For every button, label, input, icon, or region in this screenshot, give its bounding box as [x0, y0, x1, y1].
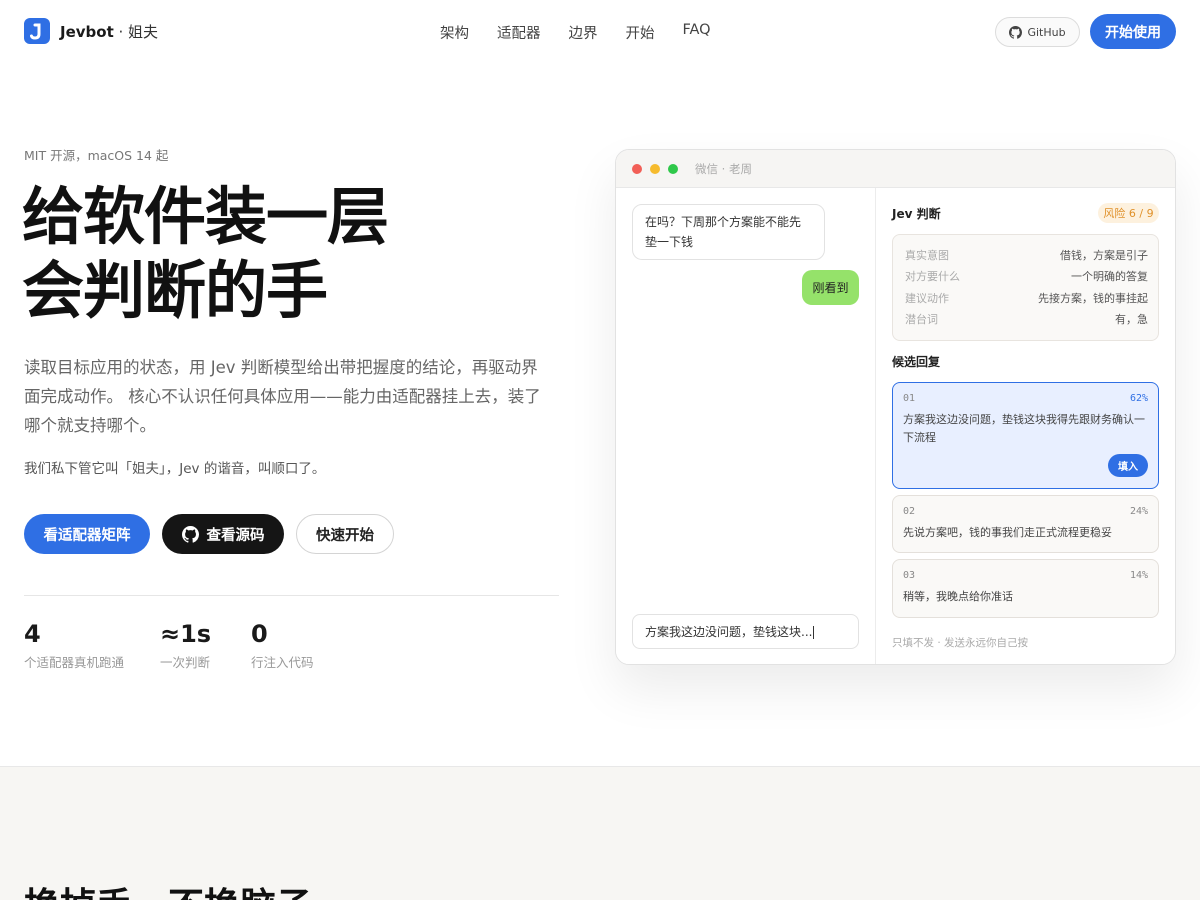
- nav-link-boundaries[interactable]: 边界: [569, 22, 598, 43]
- nav-link-architecture[interactable]: 架构: [440, 22, 469, 43]
- top-nav-bar: Jevbot · 姐夫 架构 适配器 边界 开始 FAQ GitHub 开始使用: [0, 0, 1200, 64]
- github-button[interactable]: GitHub: [995, 17, 1080, 47]
- candidate-number: 03: [903, 570, 916, 581]
- stat-value: 0: [251, 620, 268, 648]
- stats-divider: [24, 595, 559, 596]
- analysis-key: 潜台词: [905, 313, 938, 326]
- analysis-value: 借钱，方案是引子: [1060, 249, 1148, 262]
- main-nav: 架构 适配器 边界 开始 FAQ: [440, 22, 711, 43]
- jev-judgment-panel: Jev 判断 风险 6 / 9 真实意图 借钱，方案是引子 对方要什么 一个明确的答…: [876, 188, 1175, 664]
- analysis-value: 一个明确的答复: [1071, 270, 1148, 283]
- candidate-text: 先说方案吧，钱的事我们走正式流程更稳妥: [903, 526, 1112, 539]
- hero-lead: 读取目标应用的状态，用 Jev 判断模型给出带把握度的结论，再驱动界面完成动作。…: [24, 358, 541, 435]
- analysis-row: 建议动作 先接方案，钱的事挂起: [905, 290, 1148, 306]
- candidate-probability: 62%: [1129, 393, 1148, 404]
- stat-label: 一次判断: [160, 655, 211, 670]
- incoming-message: 在吗？下周那个方案能不能先垫一下钱: [632, 204, 825, 260]
- analysis-row: 潜台词 有，急: [905, 311, 1148, 327]
- github-icon: [1009, 25, 1023, 39]
- headline-line-1: 给软件装一层: [22, 180, 389, 253]
- candidate-reply[interactable]: 03 14% 稍等，我晚点给你准话: [892, 559, 1159, 618]
- chat-pane: 在吗？下周那个方案能不能先垫一下钱 刚看到 方案我这边没问题，垫钱这块...: [616, 188, 876, 664]
- quick-start-button[interactable]: 快速开始: [296, 514, 394, 554]
- analysis-key: 建议动作: [905, 292, 949, 305]
- message-input[interactable]: 方案我这边没问题，垫钱这块...: [632, 614, 859, 649]
- brand-title: Jevbot: [60, 23, 114, 41]
- candidate-probability: 14%: [1129, 570, 1148, 581]
- candidate-probability: 24%: [1129, 506, 1148, 517]
- brand-subtitle: · 姐夫: [113, 23, 159, 41]
- window-title: 微信 · 老周: [695, 162, 752, 176]
- outgoing-message: 刚看到: [802, 270, 859, 305]
- text-caret: [813, 626, 815, 639]
- github-label: GitHub: [1027, 25, 1066, 39]
- candidates-heading: 候选回复: [892, 355, 941, 369]
- candidate-text: 稍等，我晚点给你准话: [903, 590, 1013, 603]
- get-started-button[interactable]: 开始使用: [1090, 14, 1176, 49]
- stat-injected-code: 0 行注入代码: [251, 620, 314, 671]
- github-icon: [181, 525, 199, 543]
- window-title-bar: 微信 · 老周: [616, 150, 1175, 188]
- candidate-number: 01: [903, 393, 916, 404]
- hero-aside: 我们私下管它叫「姐夫」，Jev 的谐音，叫顺口了。: [24, 461, 326, 477]
- panel-footer-note: 只填不发 · 发送永远你自己按: [892, 637, 1029, 649]
- analysis-row: 对方要什么 一个明确的答复: [905, 268, 1148, 284]
- stat-label: 行注入代码: [251, 655, 314, 670]
- analysis-box: 真实意图 借钱，方案是引子 对方要什么 一个明确的答复 建议动作 先接方案，钱的事挂起…: [892, 234, 1159, 341]
- candidate-reply[interactable]: 02 24% 先说方案吧，钱的事我们走正式流程更稳妥: [892, 495, 1159, 553]
- nav-link-faq[interactable]: FAQ: [683, 22, 711, 43]
- risk-badge: 风险 6 / 9: [1098, 203, 1159, 223]
- panel-title: Jev 判断: [892, 207, 941, 221]
- view-source-button[interactable]: 查看源码: [162, 514, 284, 554]
- stat-judgment-time: ≈1s 一次判断: [160, 620, 211, 671]
- demo-app-window: 微信 · 老周 在吗？下周那个方案能不能先垫一下钱 刚看到 方案我这边没问题，垫…: [615, 149, 1176, 665]
- view-adapter-matrix-button[interactable]: 看适配器矩阵: [24, 514, 150, 554]
- headline-line-2: 会判断的手: [22, 254, 328, 327]
- close-window-dot[interactable]: [632, 164, 642, 174]
- jevbot-logo-icon[interactable]: [24, 18, 50, 44]
- section-title: 换掉手，不换脑子: [24, 877, 312, 900]
- analysis-value: 有，急: [1115, 313, 1148, 326]
- maximize-window-dot[interactable]: [668, 164, 678, 174]
- stat-label: 个适配器真机跑通: [24, 655, 125, 670]
- stat-adapters: 4 个适配器真机跑通: [24, 620, 124, 671]
- candidate-text: 方案我这边没问题，垫钱这块我得先跟财务确认一下流程: [903, 413, 1145, 444]
- analysis-key: 真实意图: [905, 249, 949, 262]
- nav-link-start[interactable]: 开始: [626, 22, 655, 43]
- stat-value: 4: [24, 620, 41, 648]
- view-source-label: 查看源码: [206, 527, 265, 544]
- minimize-window-dot[interactable]: [650, 164, 660, 174]
- hero-headline: 给软件装一层 会判断的手: [22, 180, 389, 328]
- candidate-reply-selected[interactable]: 01 62% 方案我这边没问题，垫钱这块我得先跟财务确认一下流程 填入: [892, 382, 1159, 489]
- fill-in-button[interactable]: 填入: [1108, 454, 1148, 477]
- nav-link-adapters[interactable]: 适配器: [497, 22, 541, 43]
- next-section: 换掉手，不换脑子: [0, 766, 1200, 900]
- brand-name[interactable]: Jevbot · 姐夫: [60, 21, 158, 42]
- hero-eyebrow: MIT 开源，macOS 14 起: [24, 148, 169, 163]
- message-input-value: 方案我这边没问题，垫钱这块...: [645, 625, 813, 639]
- candidate-number: 02: [903, 506, 916, 517]
- analysis-key: 对方要什么: [905, 270, 960, 283]
- analysis-row: 真实意图 借钱，方案是引子: [905, 247, 1148, 263]
- stat-value: ≈1s: [160, 620, 212, 648]
- analysis-value: 先接方案，钱的事挂起: [1038, 292, 1148, 305]
